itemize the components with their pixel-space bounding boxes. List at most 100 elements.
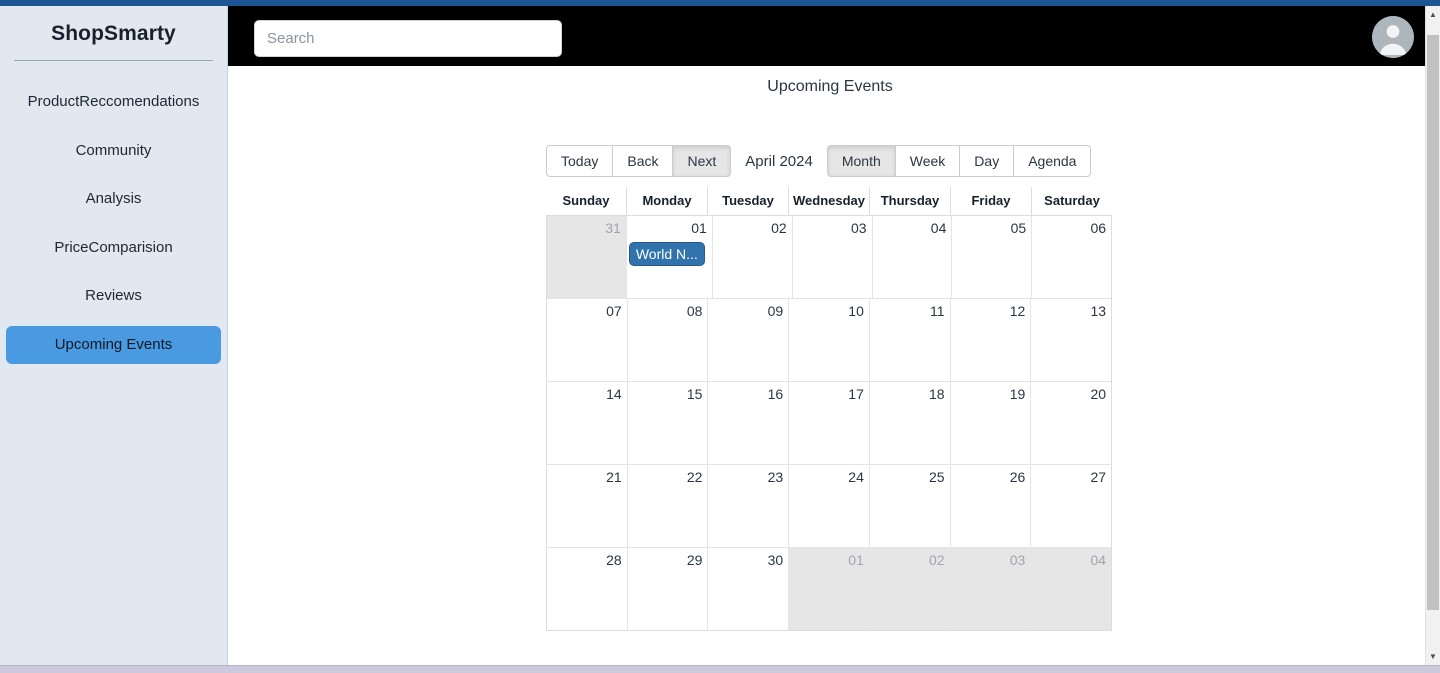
calendar-day-cell[interactable]: 23	[707, 465, 788, 547]
calendar-day-cell[interactable]: 26	[949, 465, 1031, 547]
calendar-day-cell[interactable]: 05	[951, 216, 1031, 298]
os-taskbar[interactable]	[0, 665, 1440, 673]
calendar-day-number: 25	[929, 469, 945, 485]
sidebar-item-pricecomparision[interactable]: PriceComparision	[6, 229, 221, 268]
brand-divider	[14, 60, 213, 61]
app-root: ShopSmarty ProductReccomendations Communi…	[0, 0, 1440, 673]
calendar-button-today[interactable]: Today	[546, 145, 614, 177]
calendar-day-cell[interactable]: 09	[707, 299, 788, 381]
calendar-day-cell[interactable]: 17	[788, 382, 869, 464]
calendar-day-cell[interactable]: 11	[868, 299, 950, 381]
sidebar-nav: ProductReccomendations Community Analysis P…	[0, 83, 227, 364]
calendar-button-day[interactable]: Day	[960, 145, 1015, 177]
calendar-day-cell[interactable]: 21	[547, 465, 627, 547]
sidebar-item-analysis[interactable]: Analysis	[6, 180, 221, 219]
calendar-day-cell[interactable]: 01 World N...	[625, 216, 712, 298]
calendar-button-back[interactable]: Back	[613, 145, 674, 177]
scroll-down-arrow-icon[interactable]: ▼	[1426, 648, 1440, 665]
calendar-day-number: 01	[691, 220, 707, 236]
calendar-day-number: 21	[606, 469, 622, 485]
sidebar-item-reviews[interactable]: Reviews	[6, 277, 221, 316]
calendar-day-cell[interactable]: 30	[707, 548, 788, 630]
brand-title: ShopSmarty	[51, 22, 176, 45]
calendar-day-number: 11	[930, 303, 945, 319]
calendar-day-cell[interactable]: 15	[626, 382, 708, 464]
main-content: Upcoming Events Today Back Next April 2024…	[228, 66, 1432, 665]
sidebar-item-productreccomendations[interactable]: ProductReccomendations	[6, 83, 221, 122]
calendar-button-week[interactable]: Week	[895, 145, 961, 177]
calendar-nav-button-group: Today Back Next	[546, 145, 732, 177]
calendar-day-number: 03	[850, 220, 867, 236]
scrollbar-thumb[interactable]	[1427, 35, 1439, 610]
calendar-day-header-tuesday: Tuesday	[707, 187, 788, 215]
calendar-button-agenda[interactable]: Agenda	[1014, 145, 1092, 177]
calendar-day-cell[interactable]: 03	[791, 216, 872, 298]
sidebar-item-label: ProductReccomendations	[27, 93, 200, 110]
calendar-day-header-saturday: Saturday	[1031, 187, 1112, 215]
calendar-week-row: 07 08 09 10 11 12 13	[547, 298, 1111, 381]
calendar-week-row: 31 01 World N... 02 03 04 05 06	[547, 216, 1111, 298]
calendar-day-number: 18	[929, 386, 945, 402]
calendar-widget: Today Back Next April 2024 Month Week Day Age…	[546, 145, 1112, 631]
sidebar-item-label: Community	[75, 141, 152, 159]
calendar-day-cell[interactable]: 08	[626, 299, 708, 381]
calendar-day-cell[interactable]: 16	[707, 382, 788, 464]
sidebar: ShopSmarty ProductReccomendations Communi…	[0, 6, 228, 665]
calendar-day-number: 27	[1090, 469, 1107, 485]
calendar-day-number: 17	[848, 386, 864, 402]
page-title: Upcoming Events	[767, 78, 893, 95]
calendar-day-number: 16	[767, 386, 784, 402]
calendar-day-number: 28	[606, 552, 622, 568]
sidebar-item-community[interactable]: Community	[6, 132, 221, 171]
calendar-day-cell[interactable]: 02	[868, 548, 950, 630]
calendar-day-cell[interactable]: 27	[1030, 465, 1111, 547]
vertical-scrollbar[interactable]: ▲ ▼	[1425, 6, 1440, 665]
calendar-day-number: 10	[848, 303, 864, 319]
calendar-day-cell[interactable]: 01	[788, 548, 869, 630]
calendar-day-number: 22	[686, 469, 703, 485]
calendar-day-cell[interactable]: 22	[626, 465, 708, 547]
calendar-day-cell[interactable]: 07	[547, 299, 627, 381]
calendar-day-cell[interactable]: 18	[868, 382, 950, 464]
calendar-event[interactable]: World N...	[628, 242, 705, 266]
sidebar-item-label: PriceComparision	[54, 238, 173, 256]
calendar-day-cell[interactable]: 28	[547, 548, 627, 630]
sidebar-item-upcoming-events[interactable]: Upcoming Events	[6, 325, 221, 364]
calendar-day-number: 04	[1090, 552, 1107, 568]
calendar-day-cell[interactable]: 13	[1030, 299, 1111, 381]
calendar-day-number: 30	[767, 552, 784, 568]
calendar-week-row: 28 29 30 01 02 03 04	[547, 547, 1112, 630]
calendar-day-cell[interactable]: 20	[1030, 382, 1111, 464]
calendar-button-next[interactable]: Next	[673, 145, 732, 177]
calendar-day-header-monday: Monday	[626, 187, 707, 215]
calendar-day-cell[interactable]: 29	[626, 548, 708, 630]
calendar-day-cell[interactable]: 25	[868, 465, 950, 547]
calendar-day-cell[interactable]: 06	[1031, 216, 1111, 298]
calendar-day-cell[interactable]: 31	[547, 216, 626, 298]
calendar-range-label: April 2024	[745, 152, 813, 170]
calendar-day-cell[interactable]: 24	[788, 465, 869, 547]
calendar-day-cell[interactable]: 10	[788, 299, 869, 381]
calendar-day-number: 03	[1009, 552, 1026, 568]
calendar-day-cell[interactable]: 04	[1030, 548, 1112, 630]
calendar-day-number: 02	[771, 220, 787, 236]
calendar-day-header-sunday: Sunday	[562, 193, 610, 208]
calendar-day-number: 09	[767, 303, 784, 319]
scroll-up-arrow-icon[interactable]: ▲	[1426, 6, 1440, 23]
calendar-day-number: 23	[767, 469, 784, 485]
calendar-day-number: 13	[1090, 303, 1107, 319]
calendar-day-cell[interactable]: 12	[949, 299, 1031, 381]
calendar-day-cell[interactable]: 19	[949, 382, 1031, 464]
calendar-day-cell[interactable]: 04	[871, 216, 952, 298]
calendar-button-month[interactable]: Month	[826, 145, 896, 177]
search-input[interactable]	[254, 20, 562, 57]
calendar-day-cell[interactable]: 14	[547, 382, 627, 464]
calendar-day-header-row: Sunday Monday Tuesday Wednesday Thursday Frid…	[546, 187, 1112, 216]
calendar-day-number: 04	[930, 220, 947, 236]
calendar-day-number: 05	[1010, 220, 1027, 236]
calendar-view-button-group: Month Week Day Agenda	[826, 145, 1092, 177]
calendar-month-grid: 31 01 World N... 02 03 04 05 06 07 08 09 10 11 12 13 14…	[546, 216, 1112, 631]
calendar-day-cell[interactable]: 02	[711, 216, 792, 298]
calendar-day-cell[interactable]: 03	[949, 548, 1031, 630]
user-avatar-icon[interactable]	[1372, 16, 1414, 58]
